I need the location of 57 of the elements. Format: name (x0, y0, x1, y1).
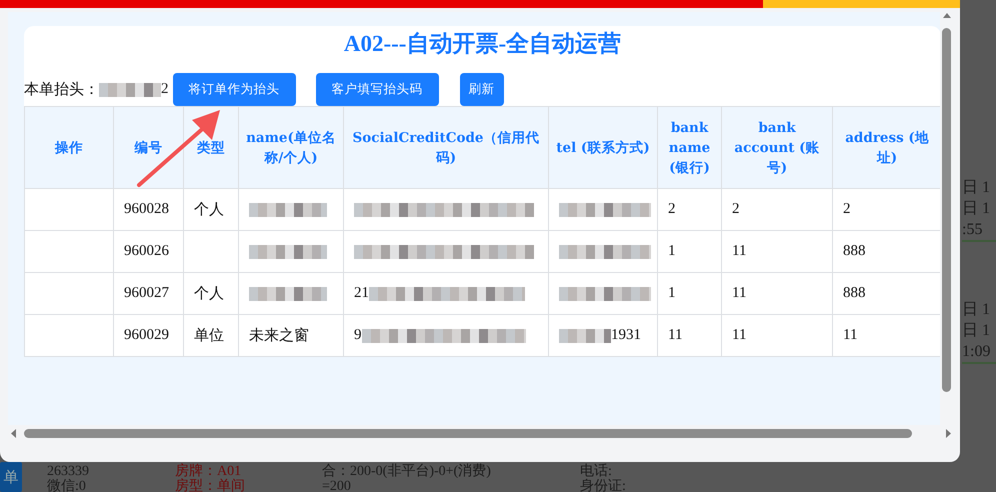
log-text: 日 1 (962, 300, 991, 320)
column-header: bank name (银行) (658, 106, 722, 188)
info-text: 电话: (580, 464, 612, 479)
log-text: 日 1 (962, 178, 991, 198)
column-header: SocialCreditCode（信用代码) (344, 106, 548, 188)
table-cell: 960028 (114, 188, 184, 230)
scroll-left-icon[interactable] (10, 429, 16, 438)
scroll-up-icon[interactable] (943, 12, 951, 18)
table-cell: 960026 (114, 230, 184, 272)
scroll-right-icon[interactable] (946, 429, 952, 438)
table-cell: 11 (722, 314, 832, 356)
table-cell: 未来之窗 (238, 314, 344, 356)
column-header: 操作 (24, 106, 114, 188)
column-header: 编号 (114, 106, 184, 188)
customer-code-button[interactable]: 客户填写抬头码 (316, 73, 438, 106)
dialog-title: A02---自动开票-全自动运营 (342, 30, 622, 58)
table-cell: 2 (658, 188, 722, 230)
log-text: 日 1 (962, 321, 991, 341)
table-cell: 11 (658, 314, 722, 356)
table-cell: 960027 (114, 272, 184, 314)
table-cell: 2 (722, 188, 832, 230)
column-header: name(单位名称/个人) (238, 106, 344, 188)
info-text: 微信:0 (47, 479, 87, 492)
table-cell: 1931 (611, 327, 641, 343)
info-text: 263339 (47, 464, 90, 479)
table-cell: 21 (354, 285, 369, 301)
info-text: 房型：单间 (175, 479, 246, 492)
log-text: 1:09 (962, 342, 992, 362)
table-cell: 个人 (184, 272, 238, 314)
scrollbar-thumb[interactable] (24, 429, 912, 438)
table-cell: 888 (832, 272, 940, 314)
info-text: 身份证: (580, 479, 627, 492)
column-header: tel (联系方式) (548, 106, 658, 188)
column-header: address (地址) (832, 106, 940, 188)
table-cell: 单位 (184, 314, 238, 356)
table-cell: 2 (832, 188, 940, 230)
table-cell: 888 (832, 230, 940, 272)
table-cell: 11 (722, 230, 832, 272)
log-text: :55 (962, 220, 984, 240)
table-cell: 960029 (114, 314, 184, 356)
table-cell: 11 (722, 272, 832, 314)
table-cell: 9 (354, 327, 362, 343)
info-text: 房牌：A01 (175, 464, 242, 479)
table-cell: 1 (658, 230, 722, 272)
table-cell: 11 (832, 314, 940, 356)
scrollbar-thumb[interactable] (942, 28, 951, 392)
table-cell: 个人 (184, 188, 238, 230)
side-button[interactable]: 单 (0, 462, 22, 492)
refresh-button[interactable]: 刷新 (460, 73, 504, 106)
log-text: 日 1 (962, 199, 991, 219)
table-cell: 1 (658, 272, 722, 314)
info-text: =200 (322, 479, 352, 492)
column-header: bank account (账号) (722, 106, 832, 188)
header-value: 2 (161, 81, 168, 98)
use-order-button[interactable]: 将订单作为抬头 (172, 73, 296, 106)
header-label: 本单抬头： (24, 80, 99, 99)
info-text: 合：200-0(非平台)-0+(消费) (322, 464, 492, 479)
